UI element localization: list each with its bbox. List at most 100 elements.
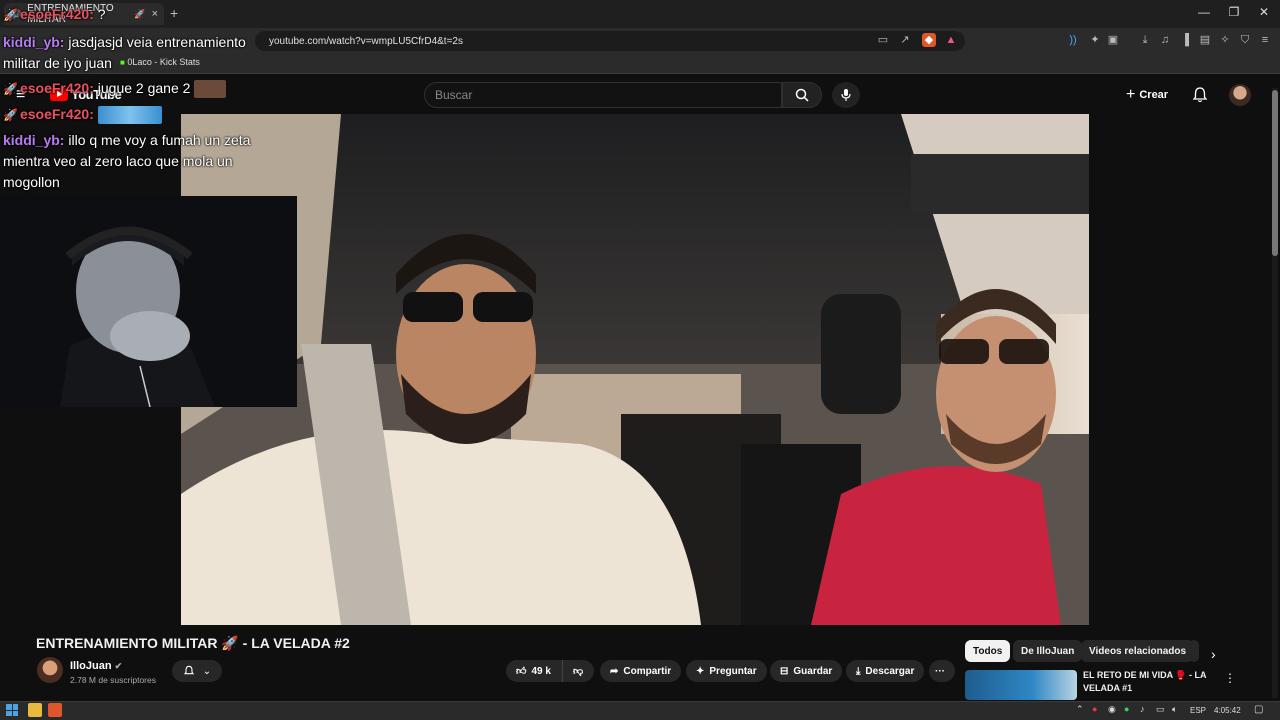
network-icon[interactable]: ▭ (1156, 704, 1165, 715)
new-tab-button[interactable]: + (170, 5, 178, 21)
minimize-button[interactable]: — (1190, 5, 1218, 19)
chat-username: esoeFr420: (19, 6, 94, 22)
tray-spotify-icon[interactable]: ● (1124, 704, 1129, 714)
sidebar-icon[interactable]: ▐ (1178, 33, 1192, 47)
chevron-down-icon: ⌄ (202, 665, 212, 677)
search-input[interactable]: Buscar (424, 82, 782, 108)
download-button[interactable]: ⤓ Descargar (846, 660, 925, 682)
more-dots-icon: ··· (935, 665, 945, 677)
create-label: Crear (1139, 89, 1169, 101)
brave-shield-icon[interactable]: ◆ (922, 33, 936, 47)
browser-tab-bar (0, 0, 1280, 28)
search-icon (795, 88, 809, 102)
wallet-icon[interactable]: ▤ (1198, 33, 1212, 47)
user-avatar[interactable] (1229, 84, 1251, 106)
media-icon[interactable]: ♫ (1158, 33, 1172, 47)
rocket-emoji-icon: 🚀 (134, 8, 146, 19)
streamer-webcam (0, 196, 297, 407)
channel-name[interactable]: IlloJuan ✔ (70, 660, 122, 672)
windows-taskbar (0, 701, 1280, 720)
extensions-icon[interactable]: ✦ (1088, 33, 1102, 47)
close-window-button[interactable]: ✕ (1250, 5, 1278, 19)
video-title: ENTRENAMIENTO MILITAR 🚀 - LA VELADA #2 (36, 635, 350, 651)
browser-menu-icon[interactable]: ≡ (1258, 33, 1272, 47)
chevron-right-icon[interactable]: › (1211, 646, 1216, 662)
brave-rewards-icon[interactable]: ▲ (944, 33, 958, 47)
chat-message: kiddi_yb: jasdjasjd veia entrenamiento m… (3, 32, 273, 74)
more-actions-button[interactable]: ··· (929, 660, 955, 682)
tab-manager-icon[interactable]: ▣ (1106, 33, 1120, 47)
create-button[interactable]: + Crear (1126, 84, 1168, 106)
volume-icon[interactable]: 🔈︎ (1172, 704, 1177, 715)
video-player[interactable] (181, 114, 1089, 625)
search-button[interactable] (782, 82, 822, 108)
tray-app-icon[interactable]: ● (1092, 704, 1097, 714)
tab-close-icon[interactable]: × (152, 8, 158, 20)
chip-related[interactable]: Videos relacionados (1081, 640, 1195, 662)
scrollbar-thumb[interactable] (1272, 90, 1278, 256)
audio-extension-icon[interactable]: )) (1066, 33, 1080, 47)
chat-username: kiddi_yb: (3, 34, 65, 50)
save-label: Guardar (793, 665, 833, 677)
chip-all[interactable]: Todos (965, 640, 1011, 662)
download-icon[interactable]: ⤓ (1138, 33, 1152, 47)
recommended-title[interactable]: EL RETO DE MI VIDA 🥊 - LA VELADA #1 (1083, 669, 1213, 695)
notification-center-icon[interactable]: ▢ (1254, 704, 1263, 715)
notification-settings-button[interactable]: ⌄ (172, 660, 222, 682)
notifications-bell-icon[interactable] (1191, 86, 1209, 104)
chat-username: kiddi_yb: (3, 132, 65, 148)
thumbs-down-icon: 👎︎ (573, 666, 584, 677)
cast-icon[interactable]: ▭ (876, 33, 890, 47)
language-indicator[interactable]: ESP (1190, 706, 1206, 715)
chip-overflow[interactable] (1189, 640, 1199, 662)
windows-start-icon[interactable] (6, 704, 18, 716)
dislike-button[interactable]: 👎︎ (562, 660, 594, 682)
chat-message: 🚀 esoeFr420: (3, 104, 162, 126)
tray-steam-icon[interactable]: ◉ (1108, 704, 1116, 715)
brave-browser-icon[interactable] (48, 703, 62, 717)
chat-message: 🚀 esoeFr420: jugue 2 gane 2 (3, 78, 227, 100)
download-arrow-icon: ⤓ (856, 665, 861, 677)
voice-search-button[interactable] (832, 82, 860, 108)
chat-emote-image (194, 80, 227, 99)
tray-overflow-icon[interactable]: ⌃ (1076, 704, 1084, 715)
leo-ai-icon[interactable]: ✧ (1218, 33, 1232, 47)
restore-button[interactable]: ❐ (1220, 5, 1248, 19)
save-button[interactable]: ⊟ Guardar (770, 660, 843, 682)
rocket-badge-icon: 🚀 (3, 82, 18, 96)
chat-username: esoeFr420: (19, 80, 94, 96)
plus-icon: + (1126, 86, 1136, 103)
subscriber-count: 2.78 M de suscriptores (70, 675, 156, 685)
chat-username: esoeFr420: (19, 106, 94, 122)
sparkle-icon: ✦ (696, 665, 705, 677)
chat-message: 🚀 esoeFr420: ? (3, 4, 106, 26)
share-label: Compartir (623, 665, 672, 677)
bookmark-icon: ⊟ (780, 665, 789, 677)
channel-name-text: IlloJuan (70, 660, 112, 672)
url-text: youtube.com/watch?v=wmpLU5CfrD4&t=2s (269, 35, 463, 47)
share-page-icon[interactable]: ↗ (898, 33, 912, 47)
microphone-icon (841, 89, 851, 101)
kebab-menu-icon[interactable]: ⋮ (1224, 671, 1236, 685)
webcam-image (0, 196, 297, 407)
ask-button[interactable]: ✦ Preguntar (686, 660, 767, 682)
url-field[interactable]: youtube.com/watch?v=wmpLU5CfrD4&t=2s (255, 31, 965, 51)
channel-avatar[interactable] (37, 657, 63, 683)
file-explorer-icon[interactable] (28, 703, 42, 717)
search-placeholder: Buscar (435, 88, 473, 102)
ask-label: Preguntar (709, 665, 757, 677)
chat-text: ? (97, 6, 106, 22)
vpn-icon[interactable]: ⛉ (1238, 33, 1252, 47)
share-button[interactable]: ➦ Compartir (600, 660, 682, 682)
chat-emote-image (97, 106, 162, 125)
recommended-thumbnail[interactable] (965, 670, 1077, 700)
bell-icon (183, 665, 194, 675)
like-button[interactable]: 👍︎ 49 k (506, 660, 562, 682)
thumbs-up-icon: 👍︎ (516, 666, 527, 677)
clock[interactable]: 4:05:42 (1214, 706, 1241, 715)
share-arrow-icon: ➦ (610, 665, 619, 677)
chip-from-channel[interactable]: De IlloJuan (1013, 640, 1083, 662)
tray-mic-icon[interactable]: ♪ (1140, 704, 1145, 714)
download-label: Descargar (865, 665, 915, 677)
rocket-badge-icon: 🚀 (3, 8, 18, 22)
